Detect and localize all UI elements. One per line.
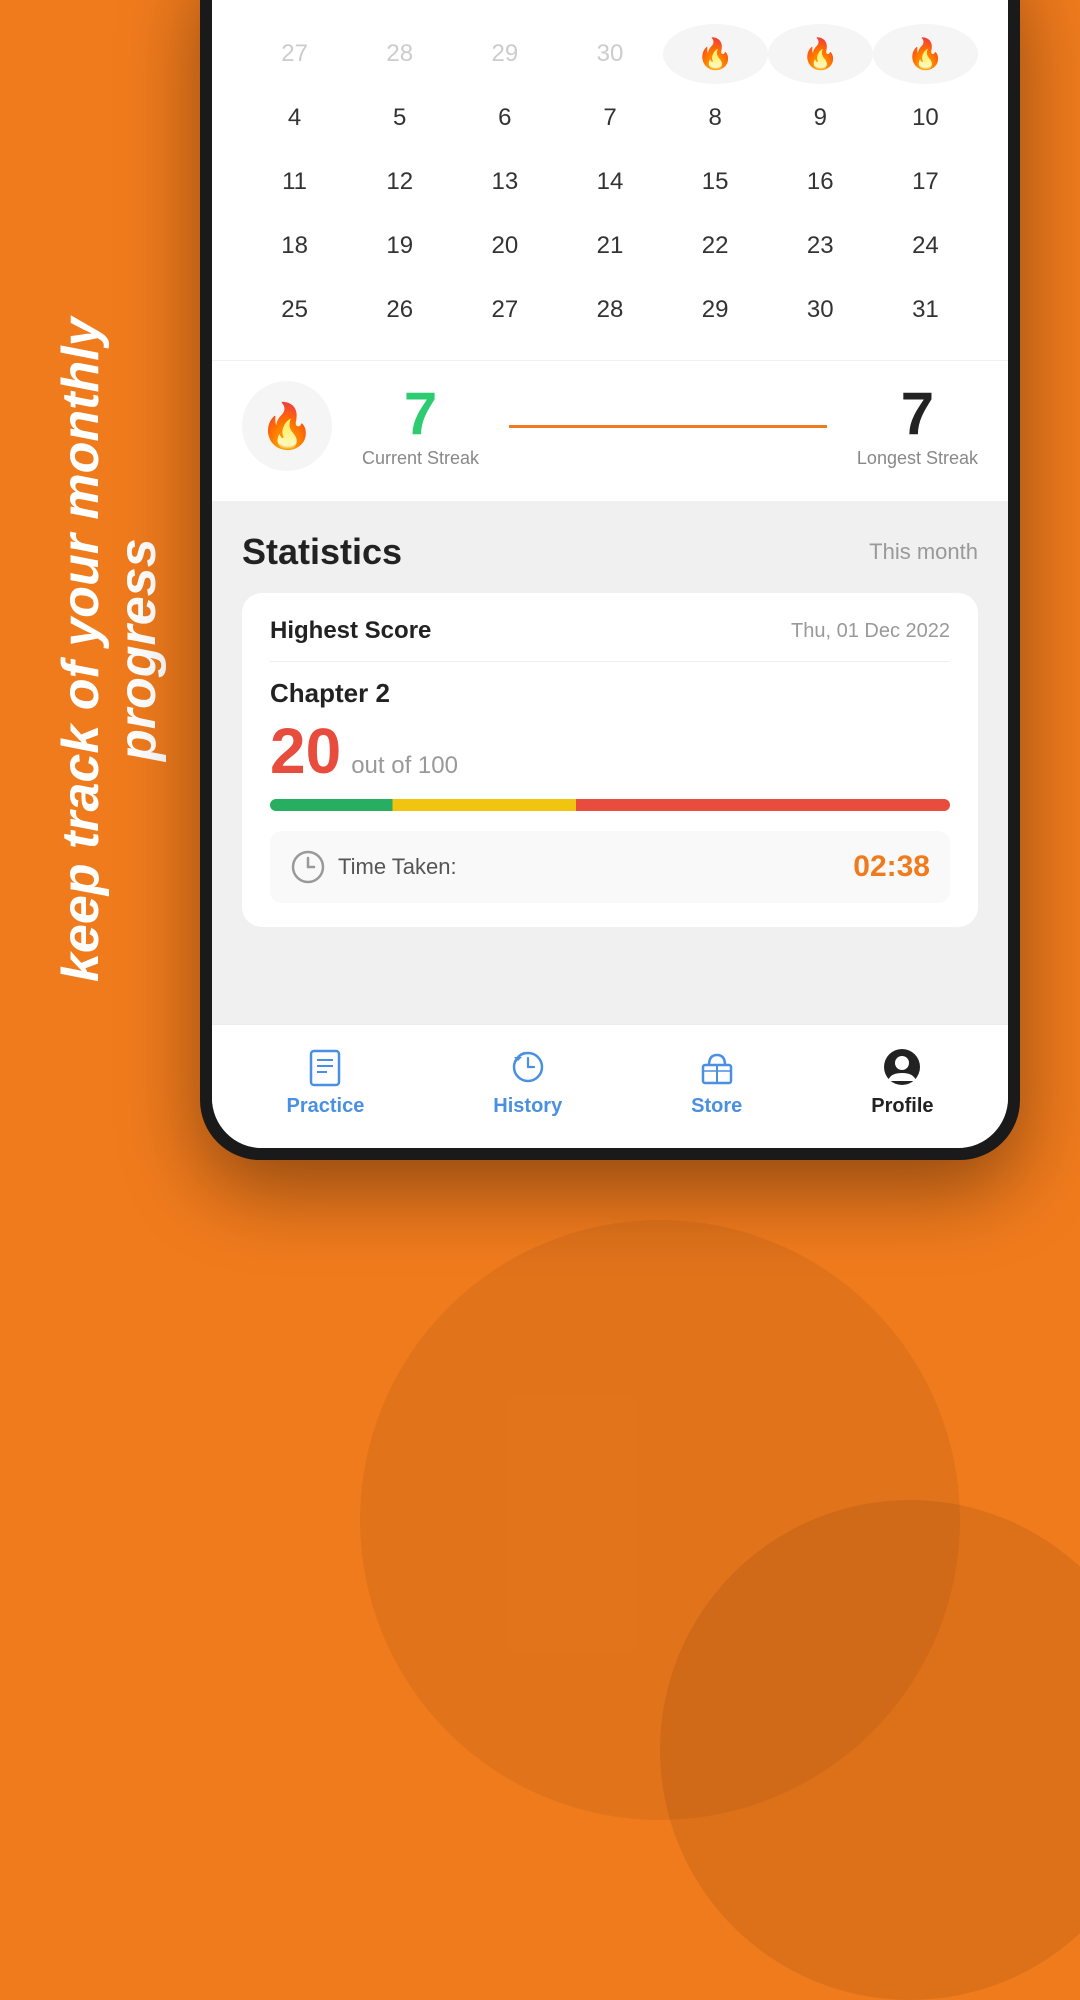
calendar-grid: 27 28 29 30 🔥 🔥 🔥 4 5 6 7 8 9 10 11 12 1…: [242, 24, 978, 340]
cal-cell: 7: [557, 88, 662, 148]
cal-cell: 11: [242, 152, 347, 212]
longest-streak-item: 7 Longest Streak: [857, 384, 978, 469]
day-sat: Sat: [873, 0, 978, 14]
cal-cell: 27: [242, 24, 347, 84]
cal-cell: 30: [768, 280, 873, 340]
nav-label-history: History: [493, 1095, 562, 1118]
time-taken-row: Time Taken: 02:38: [270, 831, 950, 903]
day-wed: Wed: [557, 0, 662, 14]
streak-flame-circle: 🔥: [242, 381, 332, 471]
cal-cell: 8: [663, 88, 768, 148]
day-thu: Thu: [663, 0, 768, 14]
bg-decoration-circle-center: [360, 1220, 960, 1820]
day-mon: Mon: [347, 0, 452, 14]
score-card: Highest Score Thu, 01 Dec 2022 Chapter 2…: [242, 593, 978, 927]
highest-score-label: Highest Score: [270, 617, 431, 645]
cal-cell: 16: [768, 152, 873, 212]
nav-label-practice: Practice: [286, 1095, 364, 1118]
current-streak-label: Current Streak: [362, 448, 479, 469]
cal-cell: 28: [347, 24, 452, 84]
cal-cell: 31: [873, 280, 978, 340]
nav-item-store[interactable]: Store: [691, 1045, 742, 1118]
score-date: Thu, 01 Dec 2022: [791, 620, 950, 643]
cal-cell: 4: [242, 88, 347, 148]
statistics-section: Statistics This month Highest Score Thu,…: [212, 501, 1008, 927]
cal-cell-fire: 🔥: [663, 24, 768, 84]
cal-cell: 19: [347, 216, 452, 276]
statistics-title: Statistics: [242, 531, 402, 573]
cal-cell: 28: [557, 280, 662, 340]
cal-cell: 25: [242, 280, 347, 340]
statistics-period: This month: [869, 539, 978, 565]
time-taken-label: Time Taken:: [338, 854, 457, 880]
time-taken-left: Time Taken:: [290, 849, 457, 885]
cal-cell: 27: [452, 280, 557, 340]
chapter-label: Chapter 2: [270, 678, 950, 709]
day-tue: Tue: [452, 0, 557, 14]
content-spacer: [212, 927, 1008, 1024]
bottom-nav: Practice History: [212, 1024, 1008, 1148]
cal-cell: 12: [347, 152, 452, 212]
score-value: 20: [270, 719, 341, 783]
bg-decoration-circle-right: [660, 1500, 1080, 2000]
current-streak-item: 7 Current Streak: [362, 384, 479, 469]
cal-cell: 13: [452, 152, 557, 212]
phone-screen: Sun Mon Tue Wed Thu Fri Sat 27 28 29 30 …: [212, 0, 1008, 1148]
current-streak-value: 7: [362, 384, 479, 444]
statistics-header: Statistics This month: [242, 531, 978, 573]
history-icon: [506, 1045, 550, 1089]
cal-cell: 26: [347, 280, 452, 340]
longest-streak-label: Longest Streak: [857, 448, 978, 469]
flame-icon: 🔥: [260, 400, 315, 452]
streak-section: 🔥 7 Current Streak 7 Longest Streak: [212, 360, 1008, 501]
longest-streak-value: 7: [857, 384, 978, 444]
calendar-days-header: Sun Mon Tue Wed Thu Fri Sat: [242, 0, 978, 14]
calendar-section: Sun Mon Tue Wed Thu Fri Sat 27 28 29 30 …: [212, 0, 1008, 360]
time-value: 02:38: [853, 850, 930, 884]
practice-icon: [303, 1045, 347, 1089]
cal-cell: 18: [242, 216, 347, 276]
day-sun: Sun: [242, 0, 347, 14]
store-icon: [695, 1045, 739, 1089]
side-text-container: keep track of your monthly progress: [30, 200, 190, 1100]
cal-cell: 22: [663, 216, 768, 276]
nav-label-store: Store: [691, 1095, 742, 1118]
score-bar: [270, 799, 950, 811]
cal-cell: 15: [663, 152, 768, 212]
cal-cell: 23: [768, 216, 873, 276]
cal-cell-fire: 🔥: [768, 24, 873, 84]
cal-cell: 17: [873, 152, 978, 212]
nav-label-profile: Profile: [871, 1095, 933, 1118]
cal-cell: 21: [557, 216, 662, 276]
phone-mockup: Sun Mon Tue Wed Thu Fri Sat 27 28 29 30 …: [200, 0, 1020, 1160]
cal-cell: 6: [452, 88, 557, 148]
clock-icon: [290, 849, 326, 885]
score-card-header: Highest Score Thu, 01 Dec 2022: [270, 617, 950, 662]
streak-info: 7 Current Streak 7 Longest Streak: [362, 384, 978, 469]
profile-icon: [880, 1045, 924, 1089]
cal-cell: 10: [873, 88, 978, 148]
streak-divider: [509, 425, 827, 428]
nav-item-history[interactable]: History: [493, 1045, 562, 1118]
nav-item-practice[interactable]: Practice: [286, 1045, 364, 1118]
cal-cell: 9: [768, 88, 873, 148]
score-out-of: out of 100: [351, 752, 458, 780]
cal-cell-fire: 🔥: [873, 24, 978, 84]
cal-cell: 24: [873, 216, 978, 276]
cal-cell: 29: [663, 280, 768, 340]
cal-cell: 29: [452, 24, 557, 84]
side-text: keep track of your monthly progress: [53, 200, 167, 1100]
cal-cell: 30: [557, 24, 662, 84]
day-fri: Fri: [768, 0, 873, 14]
score-display: 20 out of 100: [270, 719, 950, 783]
nav-item-profile[interactable]: Profile: [871, 1045, 933, 1118]
cal-cell: 14: [557, 152, 662, 212]
cal-cell: 20: [452, 216, 557, 276]
cal-cell: 5: [347, 88, 452, 148]
